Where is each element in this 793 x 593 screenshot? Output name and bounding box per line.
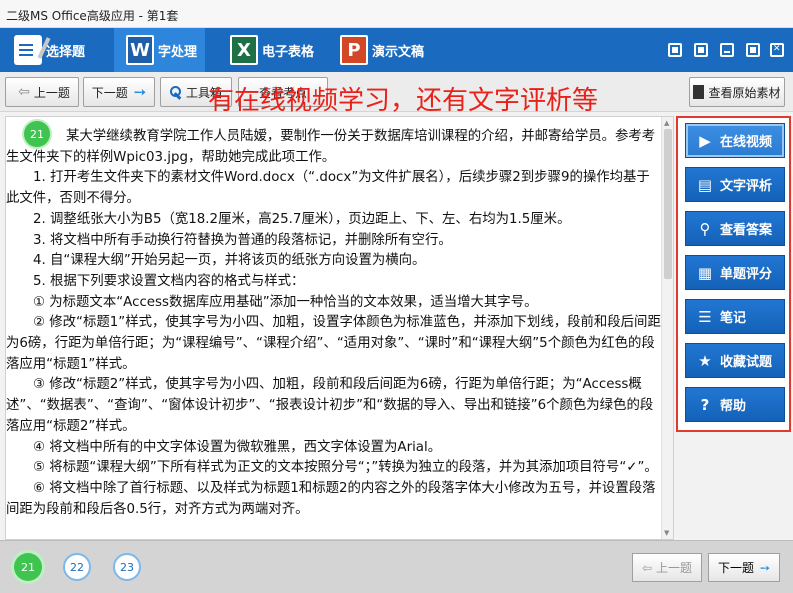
question-paragraph: 1. 打开考生文件夹下的素材文件Word.docx（“.docx”为文件扩展名）… <box>6 170 650 207</box>
video-icon: ▶ <box>699 131 711 150</box>
document-icon <box>693 85 705 99</box>
minimize-icon[interactable] <box>720 43 734 57</box>
scroll-up-icon[interactable]: ▲ <box>664 119 672 127</box>
menu-item-powerpoint[interactable]: P 演示文稿 <box>340 28 424 72</box>
view-answer-button[interactable]: ⚲ 查看答案 <box>685 211 785 246</box>
bottom-next-button[interactable]: 下一题 ➙ <box>708 553 780 582</box>
next-label: 下一题 <box>91 85 128 100</box>
single-score-label: 单题评分 <box>720 267 773 282</box>
online-video-button[interactable]: ▶ 在线视频 <box>685 123 785 158</box>
menu-item-word[interactable]: W 字处理 <box>114 28 206 72</box>
notes-icon: ☰ <box>698 307 712 326</box>
favorite-question-button[interactable]: ★ 收藏试题 <box>685 343 785 378</box>
menu-item-label: 演示文稿 <box>372 44 425 60</box>
question-text: 某大学继续教育学院工作人员陆嫒，要制作一份关于数据库培训课程的介绍，并邮寄给学员… <box>6 127 662 520</box>
promo-overlay-text: 有在线视频学习，还有文字评析等 <box>208 86 599 116</box>
arrow-left-icon: ⇦ <box>18 84 30 100</box>
checklist-icon <box>14 35 42 65</box>
wrench-icon <box>169 86 182 98</box>
notes-label: 笔记 <box>720 311 747 326</box>
close-icon[interactable] <box>770 43 784 57</box>
side-panel: ▶ 在线视频 ▤ 文字评析 ⚲ 查看答案 ▦ 单题评分 ☰ 笔记 ★ 收藏试题 … <box>676 116 791 432</box>
question-paragraph: ④ 将文档中所有的中文字体设置为微软雅黑，西文字体设置为Arial。 <box>33 439 442 455</box>
question-paragraph: 3. 将文档中所有手动换行符替换为普通的段落标记，并删除所有空行。 <box>33 232 452 248</box>
powerpoint-icon: P <box>340 35 368 65</box>
question-paragraph: ② 修改“标题1”样式，使其字号为小四、加粗，设置字体颜色为标准蓝色，并添加下划… <box>6 315 661 372</box>
question-paragraph: 4. 自“课程大纲”开始另起一页，并将该页的纸张方向设置为横向。 <box>33 253 426 269</box>
window-title: 二级MS Office高级应用 - 第1套 <box>6 9 179 23</box>
bottom-prev-button[interactable]: ⇦ 上一题 <box>632 553 702 582</box>
restore-icon[interactable] <box>746 43 760 57</box>
view-answer-label: 查看答案 <box>720 223 773 238</box>
scroll-down-icon[interactable]: ▼ <box>664 529 672 537</box>
question-content: 21 某大学继续教育学院工作人员陆嫒，要制作一份关于数据库培训课程的介绍，并邮寄… <box>5 116 674 540</box>
menu-item-label: 电子表格 <box>262 44 315 60</box>
vertical-scrollbar[interactable]: ▲ ▼ <box>661 117 673 539</box>
search-icon: ⚲ <box>699 219 711 238</box>
single-score-button[interactable]: ▦ 单题评分 <box>685 255 785 290</box>
prev-label: 上一题 <box>33 85 70 100</box>
next-question-button[interactable]: 下一题 ➙ <box>83 77 155 107</box>
question-paragraph: ⑤ 将标题“课程大纲”下所有样式为正文的文本按照分号“；”转换为独立的段落，并为… <box>33 460 658 476</box>
bottom-navigation: 21 22 23 ⇦ 上一题 下一题 ➙ <box>0 540 793 593</box>
prev-question-button[interactable]: ⇦ 上一题 <box>5 77 79 107</box>
help-icon: ? <box>700 395 710 414</box>
bottom-next-label: 下一题 <box>717 561 754 575</box>
star-icon: ★ <box>698 351 712 370</box>
menu-item-excel[interactable]: X 电子表格 <box>230 28 314 72</box>
menu-item-label: 字处理 <box>158 44 198 60</box>
arrow-right-icon: ➙ <box>133 83 147 101</box>
scrollbar-thumb[interactable] <box>664 129 672 279</box>
question-indicator-23[interactable]: 23 <box>113 553 141 581</box>
help-label: 帮助 <box>720 399 747 414</box>
word-icon: W <box>126 35 154 65</box>
question-indicator-21[interactable]: 21 <box>14 553 42 581</box>
text-analysis-button[interactable]: ▤ 文字评析 <box>685 167 785 202</box>
view-original-material-button[interactable]: 查看原始素材 <box>689 77 785 107</box>
question-paragraph: 2. 调整纸张大小为B5（宽18.2厘米，高25.7厘米），页边距上、下、左、右… <box>33 211 571 227</box>
arrow-right-icon: ➙ <box>759 560 771 575</box>
settings-icon[interactable] <box>668 43 682 57</box>
menu-item-label: 选择题 <box>46 44 86 60</box>
question-paragraph: 某大学继续教育学院工作人员陆嫒，要制作一份关于数据库培训课程的介绍，并邮寄给学员… <box>6 129 656 165</box>
score-icon: ▦ <box>697 263 713 282</box>
online-video-label: 在线视频 <box>720 135 773 150</box>
view-material-label: 查看原始素材 <box>708 85 781 100</box>
question-paragraph: ③ 修改“标题2”样式，使其字号为小四、加粗，段前和段后间距为6磅，行距为单倍行… <box>6 377 654 434</box>
arrow-left-icon: ⇦ <box>641 560 653 575</box>
excel-icon: X <box>230 35 258 65</box>
question-paragraph: ① 为标题文本“Access数据库应用基础”添加一种恰当的文本效果，适当增大其字… <box>33 294 538 310</box>
title-bar: 二级MS Office高级应用 - 第1套 <box>0 0 793 28</box>
question-indicator-22[interactable]: 22 <box>63 553 91 581</box>
text-analysis-label: 文字评析 <box>720 179 773 194</box>
module-menu-bar: 选择题 W 字处理 X 电子表格 P 演示文稿 <box>0 28 793 72</box>
notes-button[interactable]: ☰ 笔记 <box>685 299 785 334</box>
document-icon: ▤ <box>697 175 713 194</box>
lock-icon[interactable] <box>694 43 708 57</box>
bottom-prev-label: 上一题 <box>656 561 693 575</box>
favorite-label: 收藏试题 <box>720 355 773 370</box>
help-button[interactable]: ? 帮助 <box>685 387 785 422</box>
question-paragraph: 5. 根据下列要求设置文档内容的格式与样式： <box>33 273 305 289</box>
question-paragraph: ⑥ 将文档中除了首行标题、以及样式为标题1和标题2的内容之外的段落字体大小修改为… <box>6 480 656 517</box>
menu-item-choice[interactable]: 选择题 <box>14 28 85 72</box>
